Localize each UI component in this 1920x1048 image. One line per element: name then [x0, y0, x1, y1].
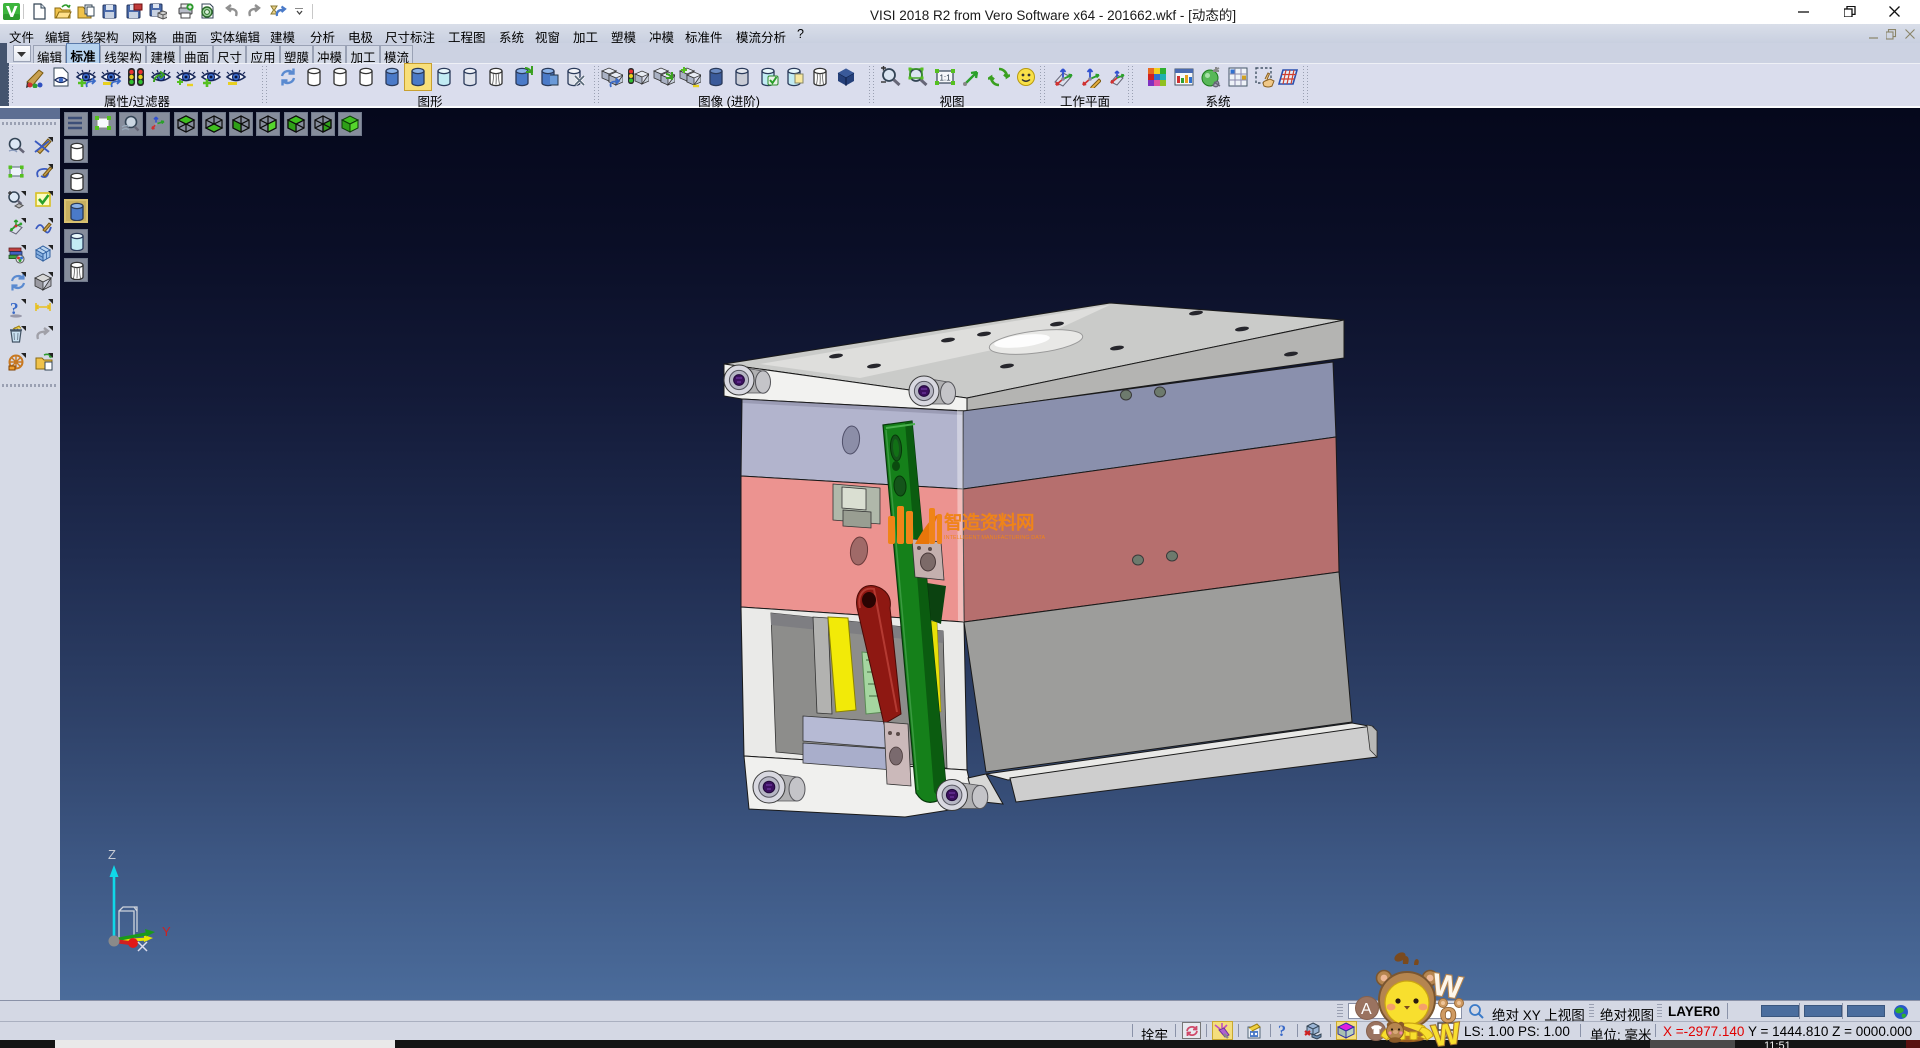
svg-text:智造资料网: 智造资料网: [944, 512, 1034, 533]
svg-text:Y: Y: [162, 924, 171, 939]
svg-text:?: ?: [1278, 1023, 1286, 1040]
svg-text:A: A: [1361, 1001, 1372, 1018]
svg-text:Z: Z: [108, 847, 116, 862]
svg-text:W: W: [1430, 1017, 1463, 1048]
svg-text:INTELLIGENT MANUFACTURING DATA: INTELLIGENT MANUFACTURING DATA: [944, 535, 1046, 541]
